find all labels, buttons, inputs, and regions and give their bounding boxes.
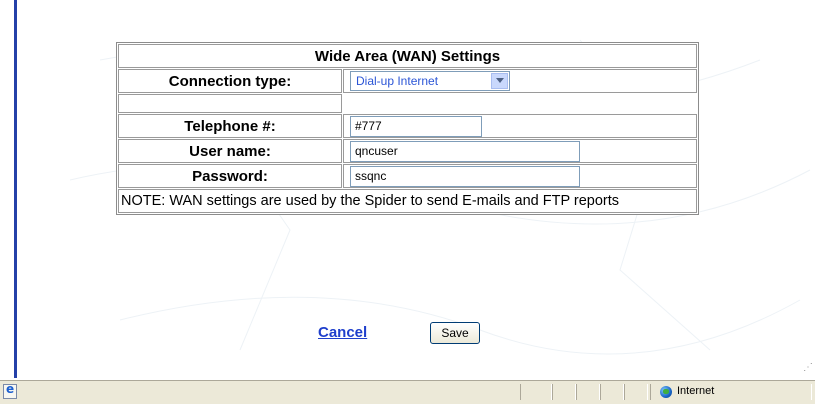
zone-label: Internet xyxy=(677,385,715,397)
ie-page-icon xyxy=(3,382,17,399)
left-accent-bar xyxy=(14,0,17,378)
connection-type-cell: Dial-up Internet xyxy=(343,69,697,93)
status-section xyxy=(576,384,600,400)
cancel-link[interactable]: Cancel xyxy=(318,324,367,341)
status-section xyxy=(520,384,552,400)
wan-settings-table: Wide Area (WAN) Settings Connection type… xyxy=(116,42,699,215)
password-input[interactable] xyxy=(350,165,580,187)
wan-note: NOTE: WAN settings are used by the Spide… xyxy=(118,189,697,213)
title-row: Wide Area (WAN) Settings xyxy=(118,44,697,68)
connection-type-value: Dial-up Internet xyxy=(356,74,439,88)
note-row: NOTE: WAN settings are used by the Spide… xyxy=(118,189,697,213)
telephone-label: Telephone #: xyxy=(118,114,342,138)
status-section xyxy=(624,384,648,400)
save-button[interactable]: Save xyxy=(430,322,480,344)
username-cell xyxy=(343,139,697,163)
zone-section xyxy=(650,384,812,400)
password-cell xyxy=(343,164,697,188)
username-row: User name: xyxy=(118,139,697,163)
status-section xyxy=(552,384,576,400)
spacer-row xyxy=(118,94,697,113)
status-section xyxy=(600,384,624,400)
spacer-cell xyxy=(118,94,342,113)
telephone-cell xyxy=(343,114,697,138)
connection-type-select[interactable]: Dial-up Internet xyxy=(350,71,510,91)
globe-icon xyxy=(660,386,672,398)
wan-settings-title: Wide Area (WAN) Settings xyxy=(118,44,697,68)
connection-type-label: Connection type: xyxy=(118,69,342,93)
username-input[interactable] xyxy=(350,140,580,162)
password-row: Password: xyxy=(118,164,697,188)
password-label: Password: xyxy=(118,164,342,188)
status-bar: Internet xyxy=(0,380,815,404)
username-label: User name: xyxy=(118,139,342,163)
telephone-input[interactable] xyxy=(350,115,482,137)
chevron-down-icon[interactable] xyxy=(491,73,508,89)
telephone-row: Telephone #: xyxy=(118,114,697,138)
spacer-cell-right xyxy=(343,94,697,113)
connection-type-row: Connection type: Dial-up Internet xyxy=(118,69,697,93)
resize-grip-icon[interactable]: ⋰ xyxy=(803,362,813,374)
